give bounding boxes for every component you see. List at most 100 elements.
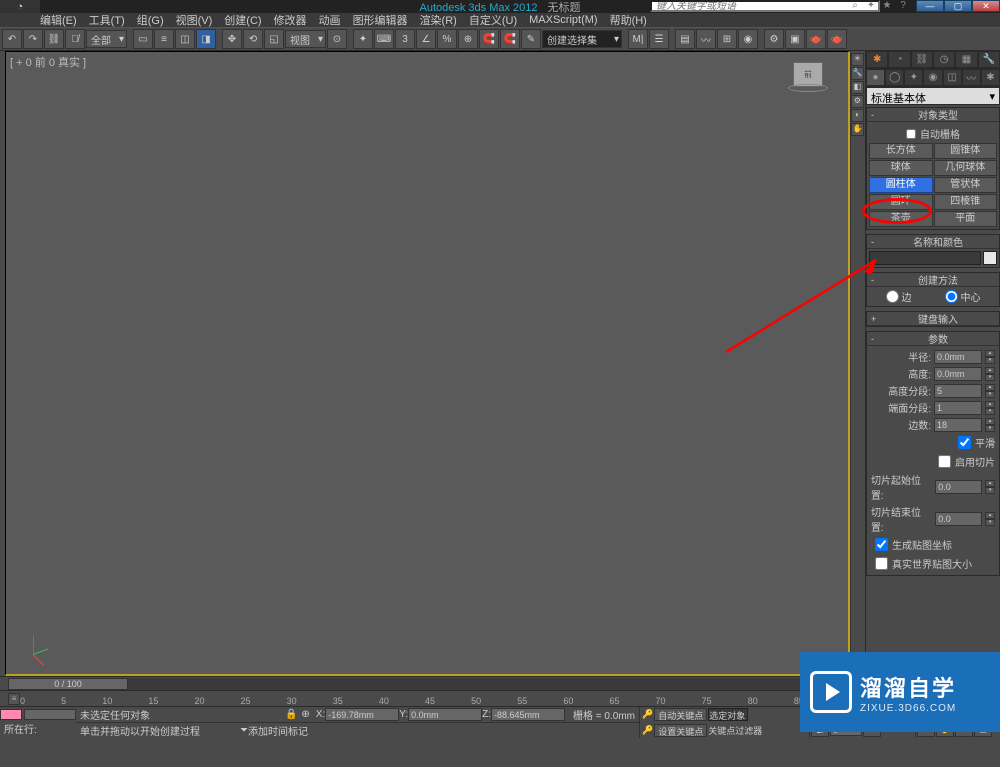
manipulate-button[interactable]: ✦ (353, 29, 373, 49)
wrench-icon[interactable]: 🔧 (851, 67, 864, 80)
link-button[interactable]: ⛓ (44, 29, 64, 49)
height-spinner[interactable]: 0.0mm (934, 367, 982, 381)
keymode-dropdown[interactable]: 选定对象 (708, 708, 748, 721)
slicefrom-spinner[interactable]: 0.0 (935, 480, 982, 494)
select-button[interactable]: ▭ (133, 29, 153, 49)
coord-x-input[interactable] (325, 708, 399, 721)
autogrid-checkbox[interactable] (906, 129, 916, 139)
subtab-geometry[interactable]: ● (866, 69, 885, 86)
pivot-button[interactable]: ⊙ (327, 29, 347, 49)
subtab-cameras[interactable]: ◉ (923, 69, 942, 86)
help-icon[interactable]: ? (896, 0, 910, 12)
refcoord-dropdown[interactable]: 视图 (285, 30, 326, 48)
angle-snap-button[interactable]: ∠ (416, 29, 436, 49)
menu-maxscript[interactable]: MAXScript(M) (529, 14, 597, 26)
coord-y-input[interactable] (408, 708, 482, 721)
magnet-icon[interactable]: 🧲 (479, 29, 499, 49)
subtab-lights[interactable]: ✦ (904, 69, 923, 86)
menu-animation[interactable]: 动画 (319, 12, 341, 28)
maximize-button[interactable]: ▢ (944, 0, 972, 12)
subtab-spacewarps[interactable]: 〰 (962, 69, 981, 86)
cseg-spinner[interactable]: 1 (934, 401, 982, 415)
schematic-button[interactable]: ⊞ (717, 29, 737, 49)
named-selection-dropdown[interactable]: 创建选择集 (542, 30, 622, 48)
menu-views[interactable]: 视图(V) (176, 12, 213, 28)
key-icon-btn[interactable]: 🔑 (642, 709, 653, 720)
star-icon[interactable]: ★ (880, 0, 894, 12)
obj-sphere-button[interactable]: 球体 (869, 160, 933, 176)
add-time-tag[interactable]: 添加时间标记 (248, 723, 308, 738)
select-region-button[interactable]: ◫ (175, 29, 195, 49)
edit-named-button[interactable]: ✎ (521, 29, 541, 49)
menu-create[interactable]: 创建(C) (224, 12, 261, 28)
rollout-method-header[interactable]: -创建方法 (867, 273, 999, 287)
trackbar-menu-icon[interactable]: ≡ (8, 693, 20, 705)
obj-teapot-button[interactable]: 茶壶 (869, 211, 933, 227)
genmap-checkbox[interactable] (875, 538, 888, 551)
method-edge-radio[interactable]: 边 (886, 289, 912, 304)
unlink-button[interactable]: ⛓̸ (65, 29, 85, 49)
lock-icon[interactable]: 🔒 (285, 709, 297, 720)
smooth-checkbox[interactable] (958, 436, 971, 449)
obj-torus-button[interactable]: 圆环 (869, 194, 933, 210)
slice-checkbox[interactable] (938, 455, 951, 468)
align-button[interactable]: ☰ (649, 29, 669, 49)
obj-plane-button[interactable]: 平面 (934, 211, 998, 227)
setkey-icon[interactable]: 🔑 (642, 725, 653, 736)
viewport-label[interactable]: [ + 0 前 0 真实 ] (10, 54, 86, 70)
realworld-checkbox[interactable] (875, 557, 888, 570)
tab-create[interactable]: ✱ (866, 51, 888, 68)
menu-tools[interactable]: 工具(T) (89, 12, 125, 28)
redo-button[interactable]: ↷ (23, 29, 43, 49)
menu-help[interactable]: 帮助(H) (610, 12, 647, 28)
obj-pyramid-button[interactable]: 四棱锥 (934, 194, 998, 210)
autokey-button[interactable]: 自动关键点 (654, 708, 707, 721)
menu-graph[interactable]: 图形编辑器 (353, 12, 408, 28)
help-search-input[interactable] (650, 0, 880, 12)
keyboard-button[interactable]: ⌨ (374, 29, 394, 49)
obj-cone-button[interactable]: 圆锥体 (934, 143, 998, 159)
spinner-snap-button[interactable]: ⊕ (458, 29, 478, 49)
hseg-spinner[interactable]: 5 (934, 384, 982, 398)
tab-hierarchy[interactable]: ⛓ (911, 51, 933, 68)
object-name-input[interactable] (869, 251, 981, 265)
obj-geosphere-button[interactable]: 几何球体 (934, 160, 998, 176)
percent-snap-button[interactable]: % (437, 29, 457, 49)
transform-mode-icon[interactable]: ⊕ (301, 709, 309, 720)
viewport-front[interactable]: [ + 0 前 0 真实 ] 前 (5, 51, 850, 676)
scale-button[interactable]: ◱ (264, 29, 284, 49)
viewcube[interactable]: 前 (788, 62, 828, 102)
undo-button[interactable]: ↶ (2, 29, 22, 49)
curve-editor-button[interactable]: 〰 (696, 29, 716, 49)
search-icon[interactable]: ⌕ (848, 0, 862, 12)
obj-cylinder-button[interactable]: 圆柱体 (869, 177, 933, 193)
maxscript-mini-button[interactable] (0, 709, 22, 720)
mirror-button[interactable]: M| (628, 29, 648, 49)
subtab-systems[interactable]: ✱ (981, 69, 1000, 86)
maxscript-mini-input[interactable] (24, 709, 76, 720)
coord-z-input[interactable] (491, 708, 565, 721)
select-name-button[interactable]: ≡ (154, 29, 174, 49)
gear-icon[interactable]: ⚙ (851, 95, 864, 108)
time-tag-icon[interactable]: ⏷ (240, 725, 248, 736)
rollout-keyboard-header[interactable]: +键盘输入 (867, 312, 999, 326)
light-icon[interactable]: ☀ (851, 53, 864, 66)
magnet2-icon[interactable]: 🧲 (500, 29, 520, 49)
key-icon[interactable]: ✦ (864, 0, 878, 12)
rollout-name-header[interactable]: -名称和颜色 (867, 235, 999, 249)
keyfilter-link[interactable]: 关键点过滤器 (708, 724, 762, 737)
minimize-button[interactable]: — (916, 0, 944, 12)
time-slider-handle[interactable]: 0 / 100 (8, 678, 128, 690)
method-center-radio[interactable]: 中心 (945, 289, 981, 304)
layers-button[interactable]: ▤ (675, 29, 695, 49)
tab-utilities[interactable]: 🔧 (978, 51, 1000, 68)
rollout-objtype-header[interactable]: -对象类型 (867, 108, 999, 122)
obj-box-button[interactable]: 长方体 (869, 143, 933, 159)
material-editor-button[interactable]: ◉ (738, 29, 758, 49)
render-button[interactable]: 🫖 (806, 29, 826, 49)
menu-edit[interactable]: 编辑(E) (40, 12, 77, 28)
radius-spinner[interactable]: 0.0mm (934, 350, 982, 364)
menu-group[interactable]: 组(G) (137, 12, 164, 28)
render-setup-button[interactable]: ⚙ (764, 29, 784, 49)
geometry-category-dropdown[interactable]: 标准基本体 (866, 87, 1000, 105)
